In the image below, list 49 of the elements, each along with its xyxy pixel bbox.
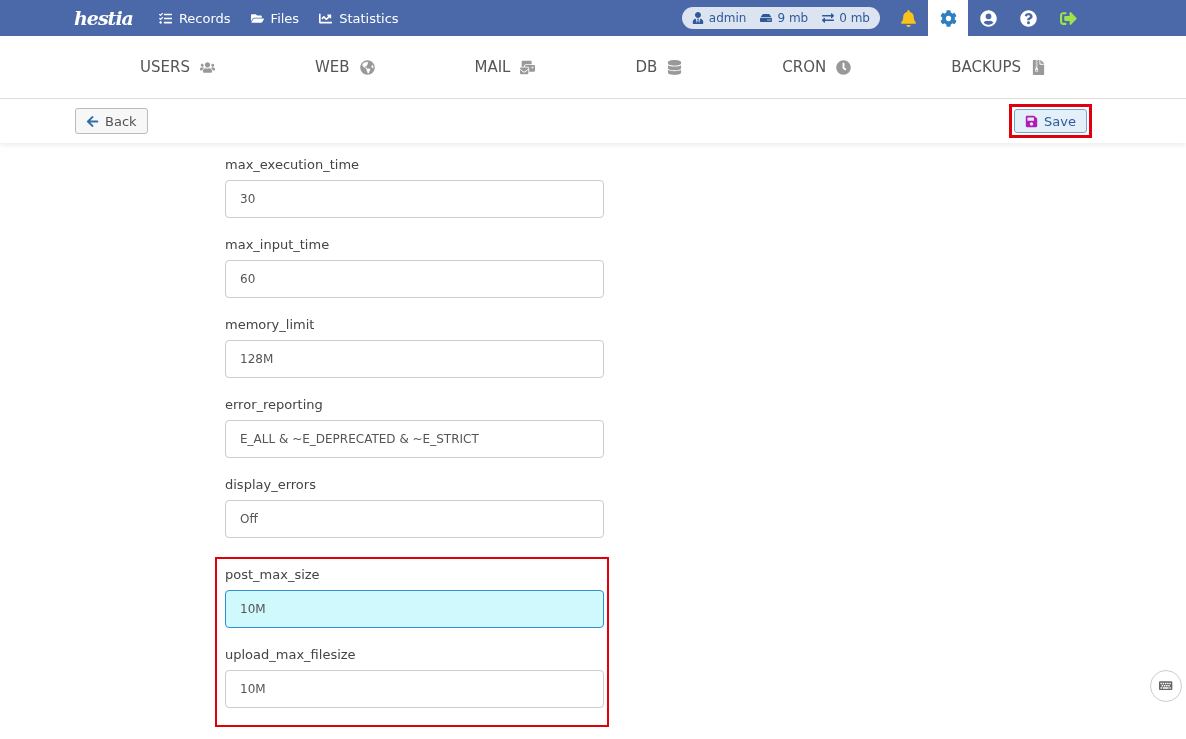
users-icon: [199, 59, 215, 75]
input-field[interactable]: 30: [225, 180, 604, 218]
field-label: max_input_time: [225, 237, 331, 252]
settings-button[interactable]: [928, 0, 968, 36]
input-field[interactable]: Off: [225, 500, 604, 538]
field-label: post_max_size: [225, 567, 321, 582]
checklist-icon: [158, 11, 172, 25]
help-icon: [1019, 9, 1037, 27]
keyboard-button[interactable]: [1150, 670, 1182, 702]
nav-tab[interactable]: USERS: [140, 58, 215, 76]
transfer-icon: [822, 12, 835, 24]
logo[interactable]: hestia: [74, 7, 133, 29]
field-label: upload_max_filesize: [225, 647, 357, 662]
nav-tab[interactable]: BACKUPS: [951, 58, 1046, 76]
folder-icon: [250, 11, 264, 25]
bandwidth-usage: 0 mb: [839, 11, 870, 25]
logout-icon: [1059, 9, 1077, 27]
user-icon: [691, 12, 704, 24]
menu-link[interactable]: Records: [158, 10, 231, 26]
field-label: error_reporting: [225, 397, 324, 412]
database-icon: [667, 59, 683, 75]
disk-usage: 9 mb: [777, 11, 809, 25]
back-button[interactable]: Back: [75, 108, 148, 134]
input-field[interactable]: 10M: [225, 590, 604, 628]
bell-icon: [899, 9, 917, 27]
username: admin: [708, 11, 747, 25]
gear-icon: [939, 9, 957, 27]
input-field[interactable]: E_ALL & ~E_DEPRECATED & ~E_STRICT: [225, 420, 604, 458]
nav-tab[interactable]: DB: [635, 58, 683, 76]
clock-icon: [836, 59, 852, 75]
input-field[interactable]: 128M: [225, 340, 604, 378]
input-field[interactable]: 10M: [225, 670, 604, 708]
globe-icon: [359, 59, 375, 75]
nav-tab[interactable]: CRON: [782, 58, 852, 76]
chart-icon: [319, 11, 333, 25]
input-field[interactable]: 60: [225, 260, 604, 298]
field-label: display_errors: [225, 477, 317, 492]
field-label: max_execution_time: [225, 157, 361, 172]
nav-tab[interactable]: MAIL: [474, 58, 536, 76]
mail-icon: [520, 59, 536, 75]
nav-tab[interactable]: WEB: [314, 58, 375, 76]
file-icon: [1030, 59, 1046, 75]
save-icon: [1025, 114, 1039, 128]
menu-link[interactable]: Files: [250, 10, 300, 26]
menu-link[interactable]: Statistics: [319, 10, 399, 26]
save-button[interactable]: Save: [1014, 109, 1087, 133]
keyboard-icon: [1159, 679, 1173, 693]
field-label: memory_limit: [225, 317, 316, 332]
arrow-left-icon: [86, 114, 99, 128]
